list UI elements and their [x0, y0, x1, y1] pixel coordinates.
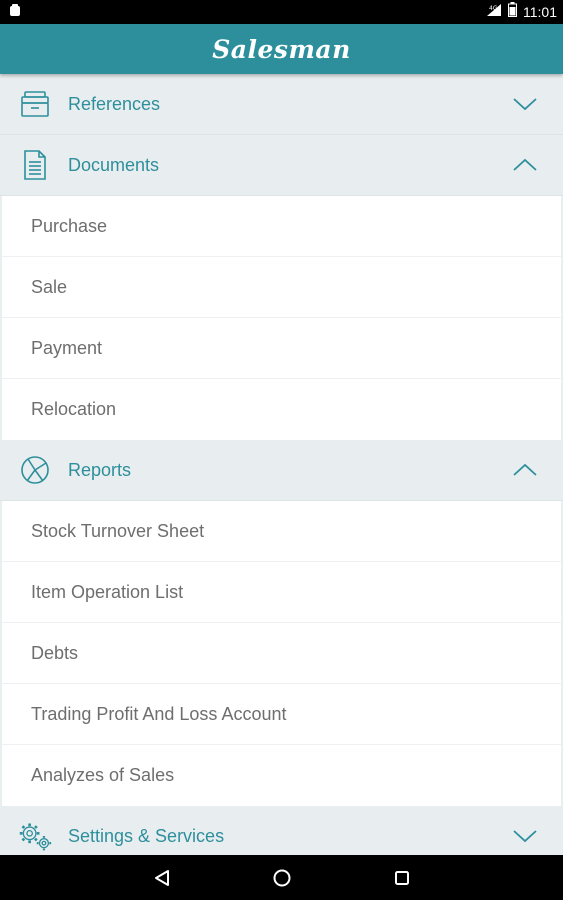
section-references[interactable]: References	[0, 74, 563, 135]
list-item-item-operation-list[interactable]: Item Operation List	[2, 562, 561, 623]
list-item-trading-profit-and-loss[interactable]: Trading Profit And Loss Account	[2, 684, 561, 745]
notification-icon	[8, 3, 22, 22]
section-reports[interactable]: Reports	[0, 440, 563, 501]
back-icon[interactable]	[102, 855, 222, 900]
list-item-payment[interactable]: Payment	[2, 318, 561, 379]
list-item-relocation[interactable]: Relocation	[2, 379, 561, 440]
section-label: Reports	[68, 459, 132, 480]
gears-icon	[18, 819, 52, 853]
list-item-stock-turnover-sheet[interactable]: Stock Turnover Sheet	[2, 501, 561, 562]
app-bar: Salesman	[0, 24, 563, 74]
recents-icon[interactable]	[342, 855, 462, 900]
chevron-down-icon[interactable]	[511, 827, 539, 845]
section-settings-services[interactable]: Settings & Services	[0, 806, 563, 855]
svg-text:4G: 4G	[489, 5, 498, 12]
chevron-up-icon[interactable]	[511, 156, 539, 174]
signal-icon: 4G	[486, 3, 502, 22]
list-item-sale[interactable]: Sale	[2, 257, 561, 318]
navigation-list: References Documents Purchase Sale Payme…	[0, 74, 563, 855]
document-icon	[18, 148, 52, 182]
reports-list: Stock Turnover Sheet Item Operation List…	[2, 501, 561, 806]
pie-chart-icon	[18, 453, 52, 487]
chevron-down-icon[interactable]	[511, 95, 539, 113]
app-title: Salesman	[212, 34, 351, 64]
navigation-bar	[0, 855, 563, 900]
archive-box-icon	[18, 87, 52, 121]
list-item-analyzes-of-sales[interactable]: Analyzes of Sales	[2, 745, 561, 806]
section-label: Documents	[68, 154, 160, 175]
status-left	[8, 3, 22, 22]
section-label: Settings & Services	[68, 825, 225, 846]
list-item-purchase[interactable]: Purchase	[2, 196, 561, 257]
section-documents[interactable]: Documents	[0, 135, 563, 196]
status-bar: 4G 11:01	[0, 0, 563, 24]
home-icon[interactable]	[222, 855, 342, 900]
status-right: 4G 11:01	[486, 2, 557, 22]
section-label: References	[68, 93, 161, 114]
list-item-debts[interactable]: Debts	[2, 623, 561, 684]
documents-list: Purchase Sale Payment Relocation	[2, 196, 561, 440]
chevron-up-icon[interactable]	[511, 461, 539, 479]
status-time: 11:01	[523, 4, 557, 20]
battery-icon	[508, 2, 517, 22]
